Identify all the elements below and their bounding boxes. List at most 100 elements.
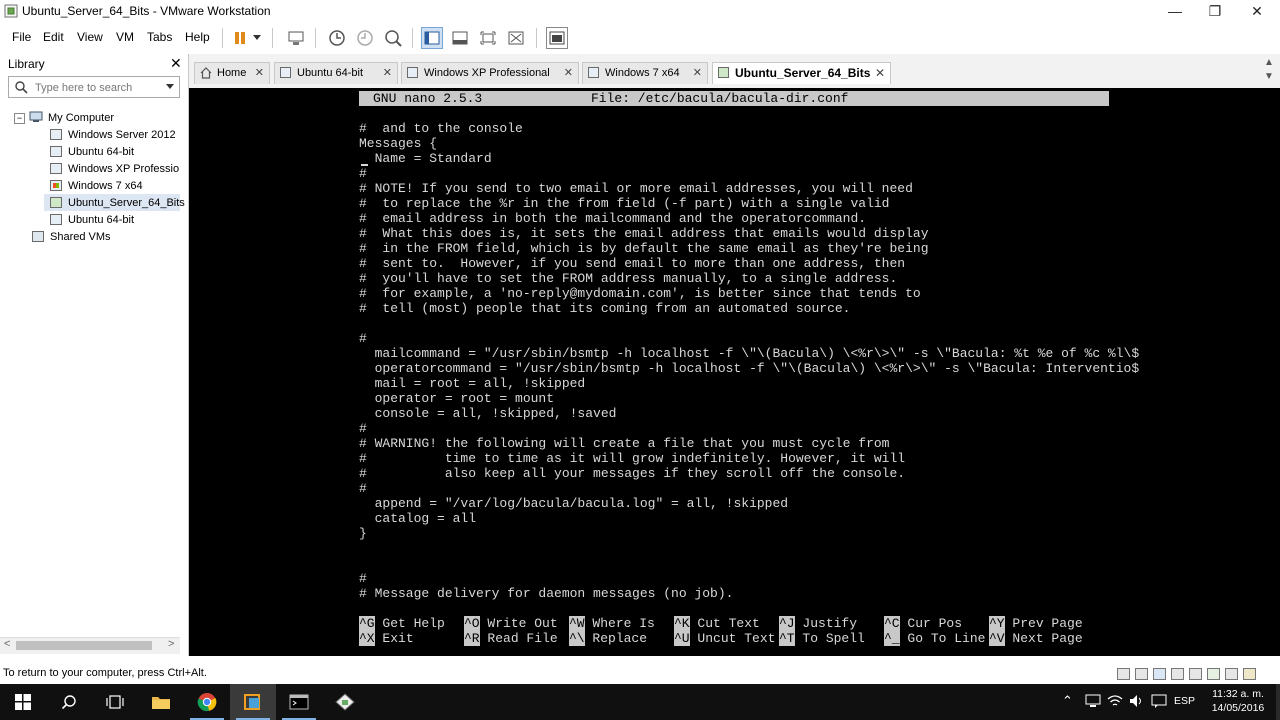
library-search-input[interactable] <box>33 79 155 97</box>
notifications-icon[interactable] <box>1151 694 1167 708</box>
nano-line: # <box>359 166 367 181</box>
volume-icon[interactable] <box>1129 694 1145 708</box>
tab-home[interactable]: Home ✕ <box>194 62 270 84</box>
network-adapter-icon[interactable] <box>1153 668 1166 680</box>
collapse-icon[interactable]: − <box>14 113 25 124</box>
computer-icon <box>29 111 43 122</box>
start-button[interactable] <box>0 684 46 720</box>
tree-label: My Computer <box>48 112 115 124</box>
tab-label: Ubuntu 64-bit <box>297 67 364 79</box>
snapshot-icon[interactable] <box>326 27 348 49</box>
menu-file[interactable]: File <box>12 30 31 44</box>
search-icon <box>15 81 28 94</box>
home-icon <box>200 67 212 79</box>
library-title: Library <box>8 57 45 71</box>
tree-item-my-computer[interactable]: − My Computer <box>14 110 114 127</box>
tree-item-vm[interactable]: Ubuntu 64-bit <box>50 144 134 161</box>
maximize-button[interactable]: ❐ <box>1192 0 1238 22</box>
tab-scroll-icon[interactable]: ▲ ▼ <box>1262 56 1276 84</box>
shortcut-key: ^K <box>674 616 690 631</box>
show-desktop-button[interactable] <box>1276 684 1280 720</box>
tab-ubuntu-server-active[interactable]: Ubuntu_Server_64_Bits ✕ <box>712 62 891 84</box>
nano-shortcut: ^\ Replace <box>569 631 647 646</box>
tab-ubuntu-64-bit[interactable]: Ubuntu 64-bit ✕ <box>274 62 398 84</box>
close-button[interactable]: ✕ <box>1234 0 1280 22</box>
clock-date: 14/05/2016 <box>1211 702 1265 714</box>
tree-item-vm[interactable]: Windows XP Professio <box>50 161 179 178</box>
menu-tabs[interactable]: Tabs <box>147 30 172 44</box>
tab-windows-7[interactable]: Windows 7 x64 ✕ <box>582 62 708 84</box>
library-horizontal-scrollbar[interactable]: < > <box>0 637 180 654</box>
search-taskbar-button[interactable] <box>46 684 92 720</box>
scroll-right-icon[interactable]: > <box>168 638 174 650</box>
input-language[interactable]: ESP <box>1174 695 1195 707</box>
revert-snapshot-icon[interactable] <box>354 27 376 49</box>
nano-line: # Message delivery for daemon messages (… <box>359 586 734 601</box>
vm-icon <box>50 214 62 225</box>
shortcut-key: ^W <box>569 616 585 631</box>
thumbnail-bar-icon[interactable] <box>449 27 471 49</box>
tree-item-shared-vms[interactable]: Shared VMs <box>32 229 111 246</box>
tab-close-icon[interactable]: ✕ <box>564 63 573 83</box>
printer-icon[interactable] <box>1189 668 1202 680</box>
snapshot-manager-icon[interactable] <box>382 27 404 49</box>
vm-icon <box>50 180 62 191</box>
tree-item-vm[interactable]: Windows Server 2012 <box>50 127 176 144</box>
scroll-left-icon[interactable]: < <box>4 638 10 650</box>
system-clock[interactable]: 11:32 a. m. 14/05/2016 <box>1206 687 1270 715</box>
tab-close-icon[interactable]: ✕ <box>875 63 885 83</box>
menu-help[interactable]: Help <box>185 30 210 44</box>
tab-close-icon[interactable]: ✕ <box>693 63 702 83</box>
sound-card-icon[interactable] <box>1207 668 1220 680</box>
shared-vms-icon <box>32 231 44 242</box>
display-icon[interactable] <box>1225 668 1238 680</box>
vmware-icon <box>244 694 260 710</box>
tree-item-vm[interactable]: Ubuntu 64-bit <box>50 212 134 229</box>
nano-filename: File: /etc/bacula/bacula-dir.conf <box>591 91 849 106</box>
show-hidden-icons-icon[interactable]: ⌃ <box>1062 693 1073 709</box>
vmware-taskbar-button[interactable] <box>230 684 276 720</box>
shortcut-description: Cur Pos <box>907 616 963 631</box>
nano-line: # <box>359 481 367 496</box>
pause-icon[interactable] <box>229 27 251 49</box>
cmd-taskbar-button[interactable] <box>276 684 322 720</box>
tab-windows-xp[interactable]: Windows XP Professional ✕ <box>401 62 579 84</box>
console-view-icon[interactable] <box>546 27 568 49</box>
tab-close-icon[interactable]: ✕ <box>255 63 264 83</box>
nano-shortcut: ^Y Prev Page <box>989 616 1083 631</box>
tree-item-vm-selected[interactable]: Ubuntu_Server_64_Bits <box>50 195 185 212</box>
hard-disk-icon[interactable] <box>1117 668 1130 680</box>
tool-taskbar-button[interactable] <box>322 684 368 720</box>
full-screen-icon[interactable] <box>477 27 499 49</box>
chrome-taskbar-button[interactable] <box>184 684 230 720</box>
nano-line: # <box>359 331 367 346</box>
file-explorer-button[interactable] <box>138 684 184 720</box>
command-prompt-icon <box>289 694 309 710</box>
nano-line: # sent to. However, if you send email to… <box>359 256 906 271</box>
network-icon[interactable] <box>1085 694 1101 708</box>
shortcut-description: To Spell <box>802 631 865 646</box>
task-view-button[interactable] <box>92 684 138 720</box>
tab-label: Windows XP Professional <box>424 67 550 79</box>
scrollbar-thumb[interactable] <box>16 641 152 650</box>
menu-view[interactable]: View <box>77 30 103 44</box>
show-library-icon[interactable] <box>421 27 443 49</box>
menu-vm[interactable]: VM <box>116 30 134 44</box>
shortcut-key: ^T <box>779 631 795 646</box>
message-log-icon[interactable] <box>1243 668 1256 680</box>
nano-header-bar: GNU nano 2.5.3 File: /etc/bacula/bacula-… <box>359 91 1109 106</box>
cd-dvd-icon[interactable] <box>1135 668 1148 680</box>
shortcut-description: Replace <box>592 631 648 646</box>
power-dropdown-icon[interactable] <box>250 27 264 49</box>
usb-icon[interactable] <box>1171 668 1184 680</box>
send-ctrl-alt-del-icon[interactable] <box>285 27 307 49</box>
nano-line: Name = Standard <box>359 151 492 166</box>
tree-label: Ubuntu_Server_64_Bits <box>68 197 185 209</box>
wifi-icon[interactable] <box>1107 694 1123 708</box>
chevron-down-icon[interactable] <box>166 84 174 90</box>
menu-edit[interactable]: Edit <box>43 30 64 44</box>
unity-icon[interactable] <box>505 27 527 49</box>
tab-close-icon[interactable]: ✕ <box>383 63 392 83</box>
library-close-icon[interactable]: ✕ <box>170 55 182 72</box>
tree-item-vm[interactable]: Windows 7 x64 <box>50 178 143 195</box>
